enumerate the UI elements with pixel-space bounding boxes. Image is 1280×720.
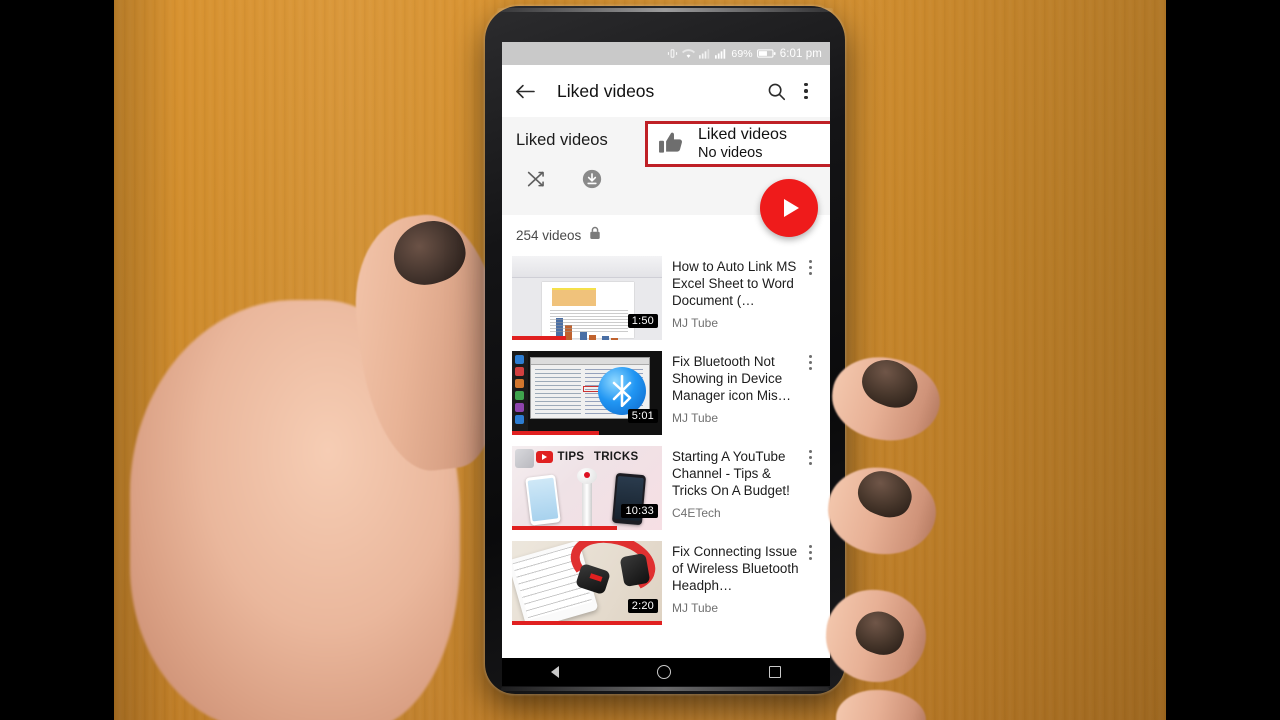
overflow-dots (808, 545, 812, 625)
screenshot-stage: 69% 6:01 pm Liked videos Liked videos Li… (0, 0, 1280, 720)
app-bar: Liked videos (502, 65, 830, 117)
annotation-line-1: Liked videos (698, 126, 787, 144)
watch-progress-bar (512, 431, 599, 435)
thumbs-up-icon (648, 131, 694, 157)
video-count-label: 254 videos (516, 228, 582, 243)
video-list-item[interactable]: 5:01 Fix Bluetooth Not Showing in Device… (502, 347, 830, 442)
nav-recents-icon[interactable] (769, 666, 781, 678)
video-channel: MJ Tube (672, 316, 719, 331)
watch-progress-bar (512, 621, 662, 625)
letterbox-right (1166, 0, 1280, 720)
video-list-item[interactable]: 1:50 How to Auto Link MS Excel Sheet to … (502, 252, 830, 347)
video-thumbnail[interactable]: TIPS TRICKS 10:33 (512, 446, 662, 530)
play-all-fab[interactable] (760, 179, 818, 237)
overflow-dots (808, 450, 812, 530)
video-duration: 2:20 (627, 599, 658, 613)
video-title: How to Auto Link MS Excel Sheet to Word … (672, 259, 797, 309)
video-overflow-icon[interactable] (800, 256, 820, 340)
video-list: 1:50 How to Auto Link MS Excel Sheet to … (502, 252, 830, 632)
video-overflow-icon[interactable] (800, 351, 820, 435)
annotation-line-2: No videos (698, 144, 763, 161)
more-vertical-icon[interactable] (795, 82, 817, 100)
phone-top-edge (497, 8, 833, 12)
signal-icon-2 (715, 48, 727, 59)
video-meta: Fix Bluetooth Not Showing in Device Mana… (662, 351, 800, 435)
page-title: Liked videos (557, 80, 655, 101)
status-bar: 69% 6:01 pm (502, 42, 830, 65)
battery-percent-label: 69% (731, 47, 753, 60)
letterbox-left (0, 0, 114, 720)
thumbnail-overlay-text: TIPS TRICKS (557, 451, 639, 463)
video-channel: MJ Tube (672, 601, 719, 616)
playlist-header: Liked videos Liked videos No videos (502, 117, 830, 237)
video-duration: 1:50 (627, 314, 658, 328)
video-duration: 5:01 (627, 409, 658, 423)
overflow-dots (808, 260, 812, 340)
video-title: Starting A YouTube Channel - Tips & Tric… (672, 449, 790, 499)
video-meta: How to Auto Link MS Excel Sheet to Word … (662, 256, 800, 340)
back-arrow-icon[interactable] (515, 83, 545, 100)
youtube-badge-icon (535, 451, 553, 463)
overflow-dots (808, 355, 812, 435)
video-list-item[interactable]: TIPS TRICKS 10:33 Starting A YouTube Cha… (502, 442, 830, 537)
shuffle-icon[interactable] (526, 169, 547, 195)
phone-bottom-edge (501, 687, 829, 691)
vibrate-icon (667, 48, 678, 59)
video-thumbnail[interactable]: 1:50 (512, 256, 662, 340)
video-overflow-icon[interactable] (800, 541, 820, 625)
video-list-item[interactable]: 2:20 Fix Connecting Issue of Wireless Bl… (502, 537, 830, 632)
overflow-dots (804, 82, 808, 100)
video-thumbnail[interactable]: 5:01 (512, 351, 662, 435)
video-title: Fix Connecting Issue of Wireless Bluetoo… (672, 544, 799, 594)
download-icon[interactable] (581, 168, 603, 195)
android-nav-bar (502, 658, 830, 686)
watch-progress-bar (512, 336, 566, 340)
nav-home-icon[interactable] (657, 665, 671, 679)
signal-icon-1 (699, 48, 711, 59)
watch-progress-bar (512, 526, 617, 530)
video-thumbnail[interactable]: 2:20 (512, 541, 662, 625)
video-channel: MJ Tube (672, 411, 719, 426)
status-clock: 6:01 pm (779, 47, 822, 60)
battery-icon (756, 48, 776, 59)
lock-icon (589, 226, 601, 245)
video-meta: Fix Connecting Issue of Wireless Bluetoo… (662, 541, 800, 625)
wifi-icon (682, 48, 696, 59)
search-icon[interactable] (757, 82, 795, 101)
video-channel: C4ETech (672, 506, 721, 521)
phone-screen: 69% 6:01 pm Liked videos Liked videos Li… (502, 42, 830, 662)
nav-back-icon[interactable] (551, 666, 559, 678)
video-meta: Starting A YouTube Channel - Tips & Tric… (662, 446, 800, 530)
annotation-callout: Liked videos No videos (645, 121, 830, 167)
video-title: Fix Bluetooth Not Showing in Device Mana… (672, 354, 792, 404)
play-icon (783, 199, 799, 217)
phone-device: 69% 6:01 pm Liked videos Liked videos Li… (485, 6, 845, 694)
annotation-text: Liked videos No videos (694, 126, 830, 162)
video-overflow-icon[interactable] (800, 446, 820, 530)
video-duration: 10:33 (621, 504, 658, 518)
